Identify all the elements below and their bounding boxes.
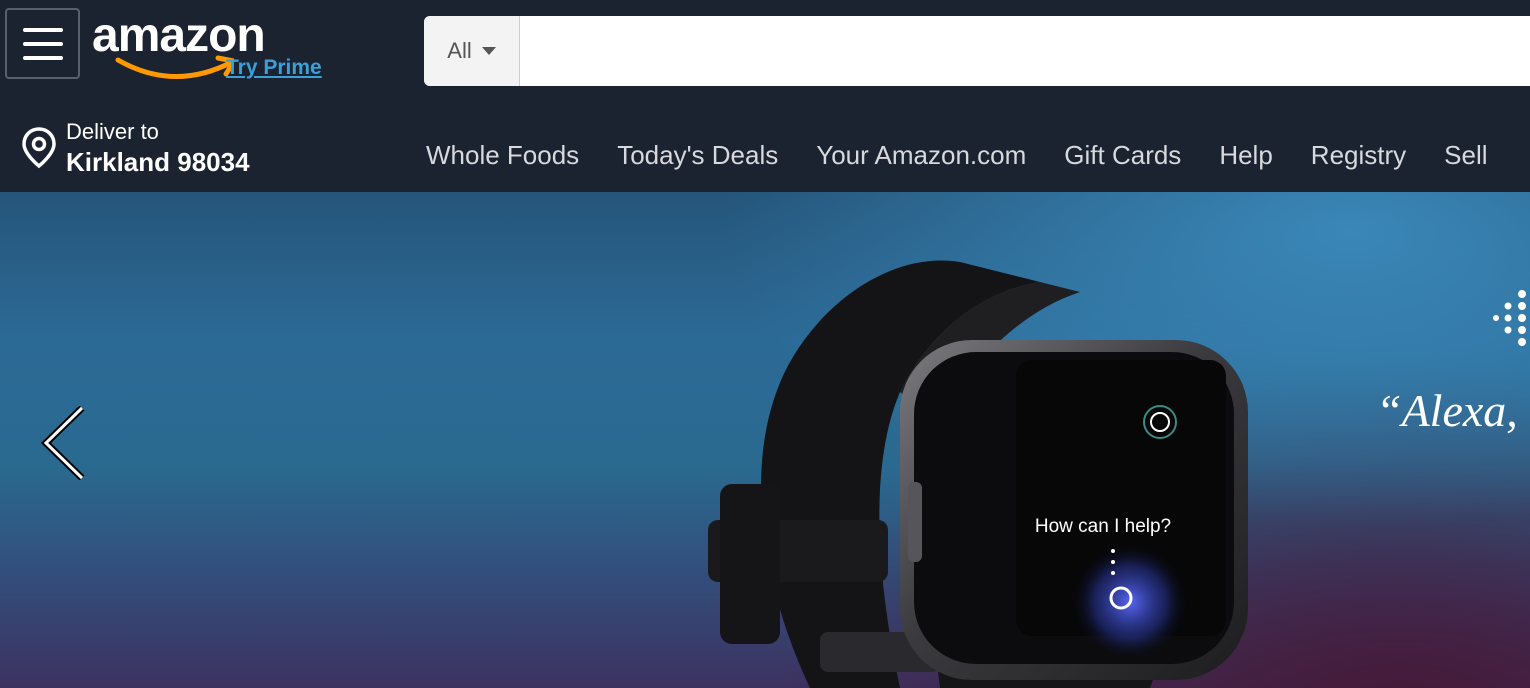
location-pin-icon bbox=[22, 127, 56, 169]
top-header: amazon Try Prime All bbox=[0, 0, 1530, 104]
smile-arrow-icon bbox=[115, 55, 234, 79]
search-category-label: All bbox=[447, 38, 472, 63]
nav-link-todays-deals[interactable]: Today's Deals bbox=[617, 140, 778, 171]
hero-headline: “Alexa, bbox=[1376, 385, 1518, 436]
deliver-label: Deliver to bbox=[66, 119, 159, 144]
watch-prompt: How can I help? bbox=[1035, 516, 1171, 537]
search-input[interactable] bbox=[520, 16, 1530, 86]
amazon-logo[interactable]: amazon Try Prime bbox=[92, 6, 332, 86]
nav-link-your-amazon[interactable]: Your Amazon.com bbox=[816, 140, 1026, 171]
try-prime-link[interactable]: Try Prime bbox=[226, 56, 322, 80]
caret-down-icon bbox=[481, 47, 496, 55]
nav-link-sell[interactable]: Sell bbox=[1444, 140, 1487, 171]
nav-link-whole-foods[interactable]: Whole Foods bbox=[426, 140, 579, 171]
sub-navigation: Deliver to Kirkland 98034 Whole Foods To… bbox=[0, 104, 1530, 192]
search-bar: All bbox=[424, 16, 1530, 86]
deliver-to-location[interactable]: Deliver to Kirkland 98034 bbox=[20, 118, 250, 178]
nav-link-help[interactable]: Help bbox=[1219, 140, 1272, 171]
menu-icon[interactable] bbox=[5, 8, 80, 79]
nav-link-gift-cards[interactable]: Gift Cards bbox=[1064, 140, 1181, 171]
chevron-left-icon[interactable] bbox=[40, 406, 90, 480]
brand-dots-icon bbox=[1493, 290, 1526, 346]
nav-links: Whole Foods Today's Deals Your Amazon.co… bbox=[426, 140, 1488, 171]
deliver-location: Kirkland 98034 bbox=[66, 147, 250, 177]
search-category-dropdown[interactable]: All bbox=[424, 16, 520, 86]
nav-link-registry[interactable]: Registry bbox=[1311, 140, 1406, 171]
hero-carousel[interactable]: How can I help? “Alexa, bbox=[0, 192, 1530, 688]
smartwatch-image: How can I help? bbox=[708, 260, 1248, 688]
